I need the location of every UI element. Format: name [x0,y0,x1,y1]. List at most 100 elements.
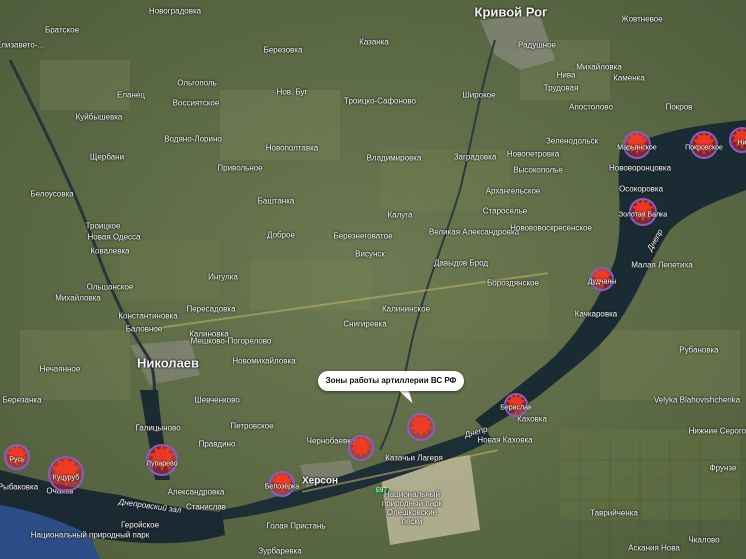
place-label: Малая Лепетиха [631,260,693,270]
marker-label: Куцуруб [52,474,80,482]
place-label: Снигиревка [343,319,387,329]
place-label: Архангельское [485,186,541,196]
place-label: Куйбышевка [75,112,123,122]
city-label-kryvyi-rih[interactable]: Кривой Рог [475,5,548,20]
artillery-zone-marker[interactable]: Золотая Балка [619,195,667,229]
place-label: Березанка [2,395,42,405]
city-label-kherson[interactable]: Херсон [302,476,338,487]
place-label: Березовка [263,45,303,55]
marker-label: Золотая Балка [618,211,668,219]
artillery-zone-marker[interactable]: Лупарево [143,441,181,479]
place-label: Национальный природный парк [30,530,150,540]
artillery-zone-marker[interactable]: Берислав [500,390,532,420]
explosion-icon [407,413,435,441]
artillery-zone-marker[interactable]: Русь [1,441,33,473]
place-label: Рыбаковка [0,482,39,492]
place-label: Аскания Нова [628,543,680,553]
place-label: Братское [44,25,80,35]
place-label: Новововоскресенское [510,223,592,233]
place-label: Щербани [89,152,125,162]
place-label: Пересадовка [186,304,236,314]
place-label: Давыдов Брод [433,258,489,268]
artillery-zone-marker[interactable]: Марьянское [617,128,657,162]
place-label: Галицыново [135,423,181,433]
place-label: Фрунзе [709,463,737,473]
marker-label: Берислав [500,404,532,412]
place-label: Белоусовка [30,189,74,199]
place-label: Доброе [267,230,295,240]
place-label: Елизавето-... [0,40,45,50]
place-label: Ингулка [208,272,238,282]
place-label: Бороздянское [487,278,539,288]
place-label: Александровка [167,487,225,497]
artillery-zone-marker[interactable]: Дудчаны [587,264,617,294]
place-label: Калуга [387,210,413,220]
place-label: Чкалово [688,535,720,545]
place-label: Нижние Серогозы [688,426,746,436]
place-label: Баловное [125,324,163,334]
satellite-map[interactable]: E97 Кривой Рог Николаев Херсон Днепр Дне… [0,0,746,559]
marker-label: Белозёрка [264,483,300,491]
place-label: Нива [556,70,576,80]
place-label: Висунск [355,249,385,259]
marker-label: Лупарево [146,460,178,468]
place-label: Таврийченка [590,508,638,518]
place-label: Михайловка [55,293,101,303]
place-label: Березнеговатое [333,231,393,241]
place-label: Новополтавка [265,143,319,153]
place-label: Радушное [518,40,556,50]
place-label: Апостолово [569,102,613,112]
place-label: Нововоронцовка [608,163,672,173]
place-label: Velyka Blahovishchenka [653,395,741,405]
place-label: Старосёлье [482,206,528,216]
marker-label: Ни [737,139,746,147]
place-label: Шевченково [194,395,240,405]
artillery-zone-marker[interactable]: Белозёрка [264,468,300,500]
place-label: Мешково-Погорелово [190,336,272,346]
place-label: Казачьи Лагеря [385,453,443,463]
place-label: Широкое [462,90,496,100]
place-label: Жовтневое [621,14,663,24]
place-label: Елане́ц [117,90,145,100]
place-label: Ольшанское [86,282,134,292]
place-label: Великая Александровка [428,227,520,237]
callout-text: Зоны работы артиллерии ВС РФ [325,376,457,385]
place-label: Каменка [613,73,645,83]
place-label: Владимировка [366,153,422,163]
place-label: Голая Пристань [266,521,326,531]
place-label: Казанка [359,37,389,47]
place-label: Правдино [198,439,236,449]
place-label: Привольное [217,163,263,173]
place-label: Ковалевка [90,246,130,256]
place-label: Качкаровка [574,309,618,319]
place-label: Новомихайловка [232,356,296,366]
artillery-zone-marker[interactable]: Покровское [685,128,723,162]
explosion-icon [348,435,374,461]
place-label: Рубановка [679,345,719,355]
place-label: Новоградовка [148,6,202,16]
place-label: Высокополье [513,165,563,175]
city-label-nikolaev[interactable]: Николаев [137,356,199,371]
place-label: Троицко-Сафоново [344,96,416,106]
place-label: Воссиятское [172,98,220,108]
place-label: Новопетровка [506,149,560,159]
place-label: Покров [665,102,693,112]
place-label: Новая Одесса [87,232,141,242]
place-label: Троицкое [85,221,121,231]
place-label: Осокоровка [618,184,664,194]
place-label: Зеленодольск [545,136,599,146]
place-label: Трудовая [543,83,579,93]
artillery-zone-marker[interactable] [404,410,438,444]
artillery-zone-marker[interactable]: Куцуруб [45,453,87,495]
place-label: Петровское [230,421,274,431]
place-label: Михайловка [576,62,622,72]
artillery-zone-callout[interactable]: Зоны работы артиллерии ВС РФ [318,371,464,391]
artillery-zone-marker[interactable] [345,432,377,464]
place-label: Станислав [185,502,227,512]
artillery-zone-marker[interactable]: Ни [726,124,746,156]
place-label: Геройское [120,520,160,530]
marker-label: Покровское [685,144,723,152]
place-label: Нечаянное [39,364,81,374]
place-label: Новая Каховка [477,435,533,445]
place-label: Зурбаревка [258,546,302,556]
